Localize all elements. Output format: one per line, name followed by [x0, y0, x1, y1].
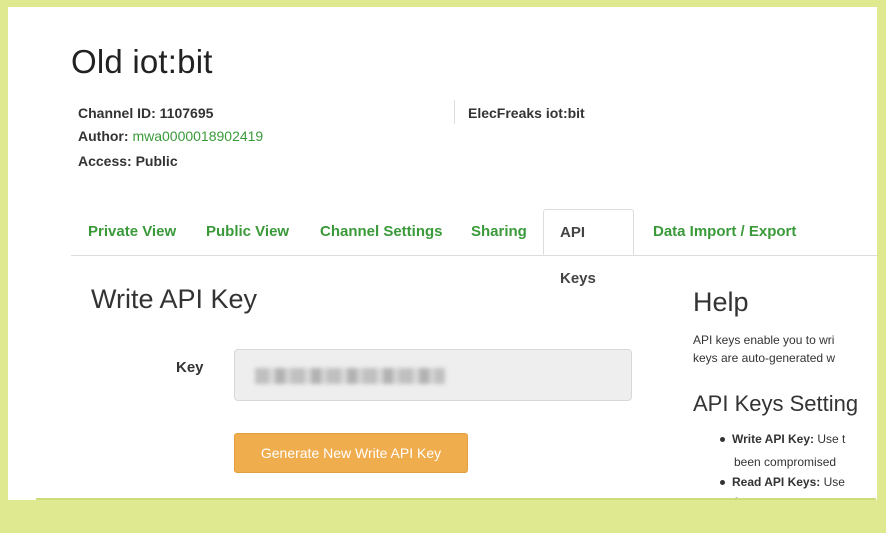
bullet-text: Use [820, 475, 845, 489]
page-frame: Old iot:bit Channel ID: 1107695 Author: … [8, 7, 877, 500]
author-link[interactable]: mwa0000018902419 [132, 128, 263, 144]
bullet-continuation: been compromised [734, 455, 837, 469]
channel-id-label: Channel ID: [78, 105, 156, 121]
meta-divider [454, 100, 455, 124]
access-label: Access: [78, 153, 132, 169]
bottom-rule [36, 498, 876, 500]
tab-channel-settings[interactable]: Channel Settings [320, 209, 443, 255]
generate-write-api-key-button[interactable]: Generate New Write API Key [234, 433, 468, 473]
tab-private-view[interactable]: Private View [88, 209, 176, 255]
bullet-icon [720, 437, 725, 443]
help-title: Help [693, 287, 749, 317]
help-text-line1: API keys enable you to wri [693, 333, 835, 347]
bullet-icon [720, 480, 725, 486]
author-row: Author: mwa0000018902419 [78, 128, 263, 144]
tab-bar: Private View Public View Channel Setting… [71, 209, 877, 287]
channel-title: Old iot:bit [71, 43, 213, 80]
author-label: Author: [78, 128, 129, 144]
bullet-term: Write API Key: [732, 432, 815, 446]
bullet-term: Read API Keys: [732, 475, 821, 489]
tab-api-keys[interactable]: API Keys [543, 209, 634, 287]
access-value: Public [135, 153, 178, 169]
channel-id-value: 1107695 [159, 105, 214, 121]
channel-id-row: Channel ID: 1107695 [78, 105, 213, 121]
blurred-key-value [255, 368, 445, 384]
write-api-key-field[interactable] [234, 349, 632, 401]
tab-data-import-export[interactable]: Data Import / Export [653, 209, 796, 255]
write-api-key-title: Write API Key [91, 284, 258, 314]
write-api-key-help-item: Write API Key: Use t [720, 432, 845, 446]
tab-public-view[interactable]: Public View [206, 209, 289, 255]
api-keys-settings-title: API Keys Setting [693, 391, 859, 416]
help-text-line2: keys are auto-generated w [693, 351, 836, 365]
access-row: Access: Public [78, 153, 178, 169]
channel-description: ElecFreaks iot:bit [468, 105, 585, 121]
key-label: Key [176, 359, 204, 376]
tab-sharing[interactable]: Sharing [471, 209, 527, 255]
read-api-keys-help-item: Read API Keys: Use [720, 475, 845, 489]
bullet-text: Use t [814, 432, 846, 446]
